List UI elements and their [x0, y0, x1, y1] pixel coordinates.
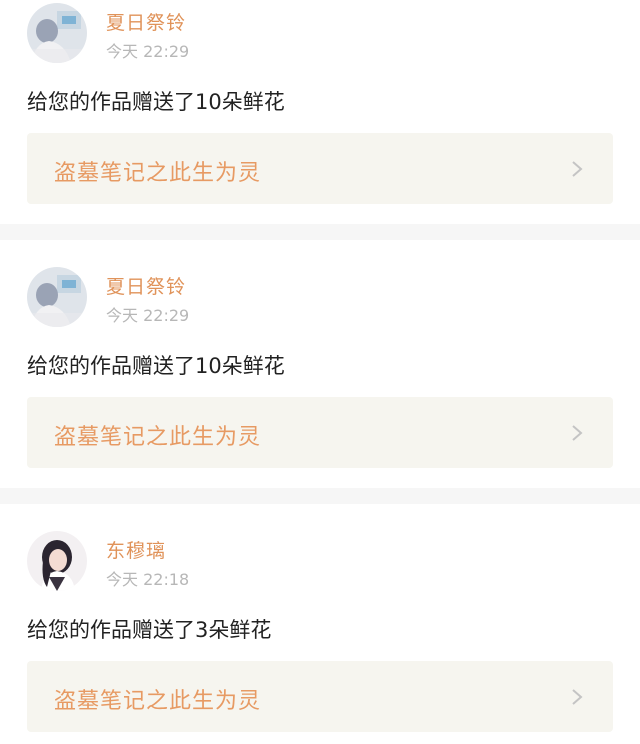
user-avatar[interactable] — [27, 267, 87, 327]
user-avatar-icon — [27, 531, 87, 591]
chevron-right-icon — [572, 425, 583, 441]
timestamp: 今天 22:29 — [106, 42, 190, 61]
work-link-button[interactable]: 盗墓笔记之此生为灵 — [27, 397, 613, 468]
timestamp: 今天 22:18 — [106, 570, 190, 589]
work-link-button[interactable]: 盗墓笔记之此生为灵 — [27, 661, 613, 732]
work-title: 盗墓笔记之此生为灵 — [54, 161, 262, 186]
user-avatar-icon — [27, 3, 87, 63]
user-avatar[interactable] — [27, 3, 87, 63]
notification-feed: 夏日祭铃 今天 22:29 给您的作品赠送了10朵鲜花 盗墓笔记之此生为灵 夏日… — [0, 0, 640, 744]
user-avatar-icon — [27, 267, 87, 327]
gift-notification-card: 东穆璃 今天 22:18 给您的作品赠送了3朵鲜花 盗墓笔记之此生为灵 — [0, 504, 640, 744]
username[interactable]: 东穆璃 — [106, 536, 166, 563]
gift-message: 给您的作品赠送了10朵鲜花 — [27, 90, 285, 114]
work-title: 盗墓笔记之此生为灵 — [54, 689, 262, 714]
work-title: 盗墓笔记之此生为灵 — [54, 425, 262, 450]
timestamp: 今天 22:29 — [106, 306, 190, 325]
gift-notification-card: 夏日祭铃 今天 22:29 给您的作品赠送了10朵鲜花 盗墓笔记之此生为灵 — [0, 240, 640, 488]
gift-message: 给您的作品赠送了10朵鲜花 — [27, 354, 285, 378]
username[interactable]: 夏日祭铃 — [106, 8, 186, 35]
gift-message: 给您的作品赠送了3朵鲜花 — [27, 618, 272, 642]
gift-notification-card: 夏日祭铃 今天 22:29 给您的作品赠送了10朵鲜花 盗墓笔记之此生为灵 — [0, 0, 640, 224]
work-link-button[interactable]: 盗墓笔记之此生为灵 — [27, 133, 613, 204]
chevron-right-icon — [572, 161, 583, 177]
chevron-right-icon — [572, 689, 583, 705]
user-avatar[interactable] — [27, 531, 87, 591]
username[interactable]: 夏日祭铃 — [106, 272, 186, 299]
